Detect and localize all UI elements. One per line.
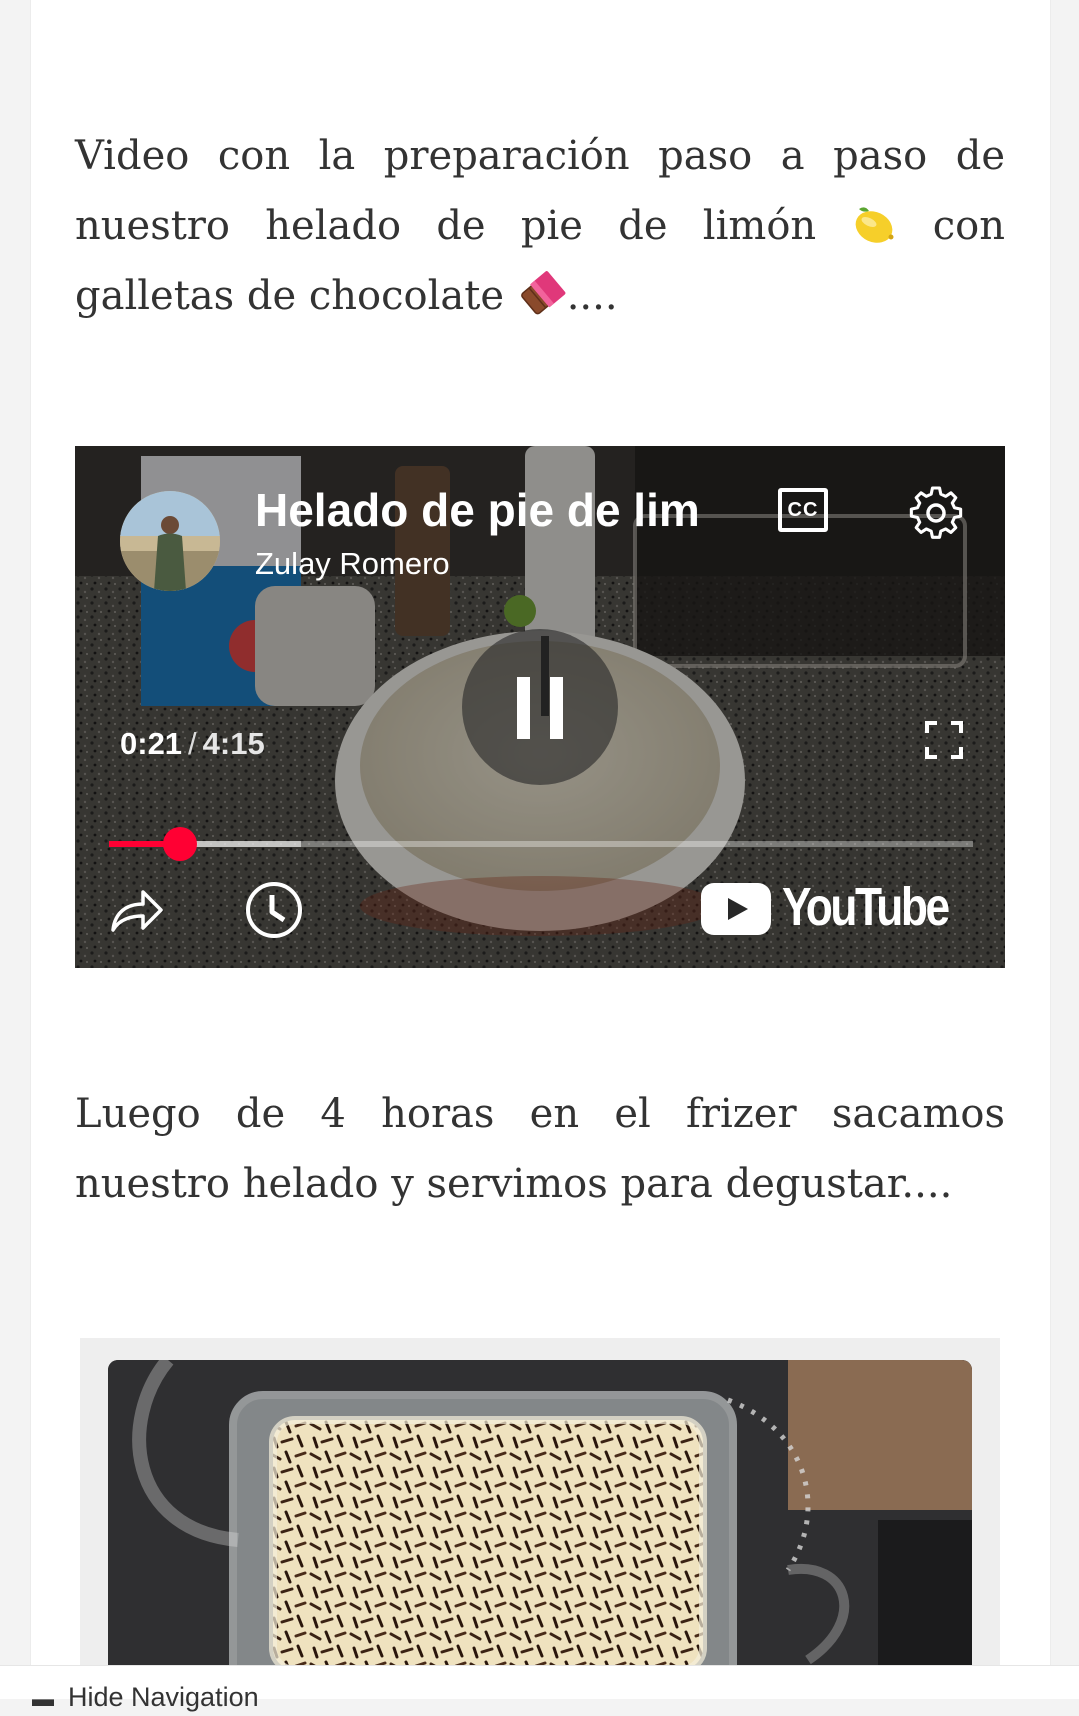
watch-later-icon[interactable] xyxy=(244,880,304,940)
ice-cream-photo-figure xyxy=(80,1338,1000,1698)
seek-handle[interactable] xyxy=(163,827,198,861)
youtube-wordmark[interactable]: YouTube xyxy=(782,874,950,940)
fullscreen-icon[interactable] xyxy=(924,720,964,760)
pause-icon-right-bar xyxy=(550,677,563,739)
ice-cream-tray-image xyxy=(108,1360,972,1698)
share-icon[interactable] xyxy=(109,886,165,936)
time-display: 0:21/4:15 xyxy=(120,724,265,764)
youtube-video-player[interactable]: Helado de pie de limón con galletas de c… xyxy=(75,446,1005,968)
hide-navigation-icon: ▬ xyxy=(32,1686,54,1711)
channel-avatar[interactable] xyxy=(120,491,220,591)
pause-button[interactable] xyxy=(462,629,618,785)
bottom-navigation-toggle-bar: ▬ Hide Navigation xyxy=(0,1665,1079,1712)
settings-gear-icon[interactable] xyxy=(907,484,965,542)
hide-navigation-label: Hide Navigation xyxy=(68,1682,259,1712)
intro-paragraph: Video con la preparación paso a paso de … xyxy=(75,121,1005,331)
youtube-logo-icon[interactable] xyxy=(701,883,771,935)
seek-bar[interactable] xyxy=(109,827,973,861)
pause-icon-left-bar xyxy=(517,677,530,739)
intro-text-c: .... xyxy=(566,273,618,319)
captions-button[interactable]: CC xyxy=(778,488,828,532)
ice-cream-photo[interactable] xyxy=(108,1360,972,1698)
chocolate-bar-emoji-icon xyxy=(520,271,566,315)
hide-navigation-button[interactable]: ▬ Hide Navigation xyxy=(32,1680,259,1716)
avatar-photo xyxy=(120,491,220,591)
time-separator: / xyxy=(188,726,197,761)
video-title[interactable]: Helado de pie de limón con galletas de c… xyxy=(255,482,700,538)
current-time: 0:21 xyxy=(120,726,183,761)
serving-paragraph: Luego de 4 horas en el frizer sacamos nu… xyxy=(75,1091,1005,1207)
duration: 4:15 xyxy=(202,726,265,761)
lemon-emoji-icon xyxy=(856,207,894,243)
channel-name[interactable]: Zulay Romero xyxy=(255,544,450,584)
